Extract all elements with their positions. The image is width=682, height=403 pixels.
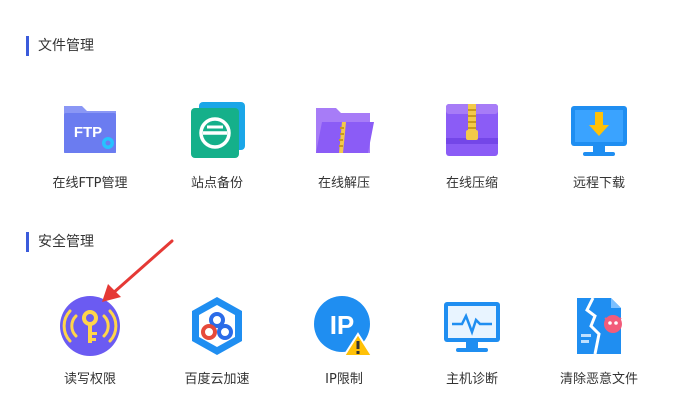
- tile-host-diagnosis[interactable]: 主机诊断: [417, 294, 527, 394]
- section-title-security-management: 安全管理: [26, 232, 94, 252]
- tile-label: 在线压缩: [445, 176, 498, 191]
- tile-label: 远程下载: [572, 176, 625, 191]
- host-diagnosis-icon: [440, 294, 504, 358]
- key-permission-icon: [58, 294, 122, 358]
- tile-baidu-cloud-acceleration[interactable]: 百度云加速: [162, 294, 272, 394]
- tile-label: 读写权限: [63, 372, 116, 387]
- tile-label: 在线解压: [317, 176, 370, 191]
- site-backup-icon: [185, 98, 249, 162]
- tile-remote-download[interactable]: 远程下载: [544, 98, 654, 198]
- tile-label: 百度云加速: [184, 372, 250, 387]
- zip-archive-icon: [440, 98, 504, 162]
- tile-label: 站点备份: [190, 176, 243, 191]
- tile-label: 主机诊断: [445, 372, 498, 387]
- tile-site-backup[interactable]: 站点备份: [162, 98, 272, 198]
- remote-download-icon: [567, 98, 631, 162]
- section-title-file-management: 文件管理: [26, 36, 94, 56]
- unzip-folder-icon: [312, 98, 376, 162]
- tile-online-ftp[interactable]: FTP 在线FTP管理: [35, 98, 145, 198]
- tile-online-unzip[interactable]: 在线解压: [289, 98, 399, 198]
- tile-label: IP限制: [325, 372, 363, 387]
- tile-label: 在线FTP管理: [52, 176, 128, 191]
- ip-restrict-icon: IP: [312, 294, 376, 358]
- tile-read-write-permission[interactable]: 读写权限: [35, 294, 145, 394]
- tile-label: 清除恶意文件: [559, 372, 638, 387]
- tile-clean-malicious-files[interactable]: 清除恶意文件: [544, 294, 654, 394]
- tile-ip-restriction[interactable]: IP IP限制: [289, 294, 399, 394]
- ip-icon-text: IP: [330, 310, 355, 340]
- tile-online-compress[interactable]: 在线压缩: [417, 98, 527, 198]
- ftp-icon-text: FTP: [74, 124, 102, 141]
- ftp-folder-icon: FTP: [58, 98, 122, 162]
- clean-malware-icon: [567, 294, 631, 358]
- baidu-cloud-icon: [185, 294, 249, 358]
